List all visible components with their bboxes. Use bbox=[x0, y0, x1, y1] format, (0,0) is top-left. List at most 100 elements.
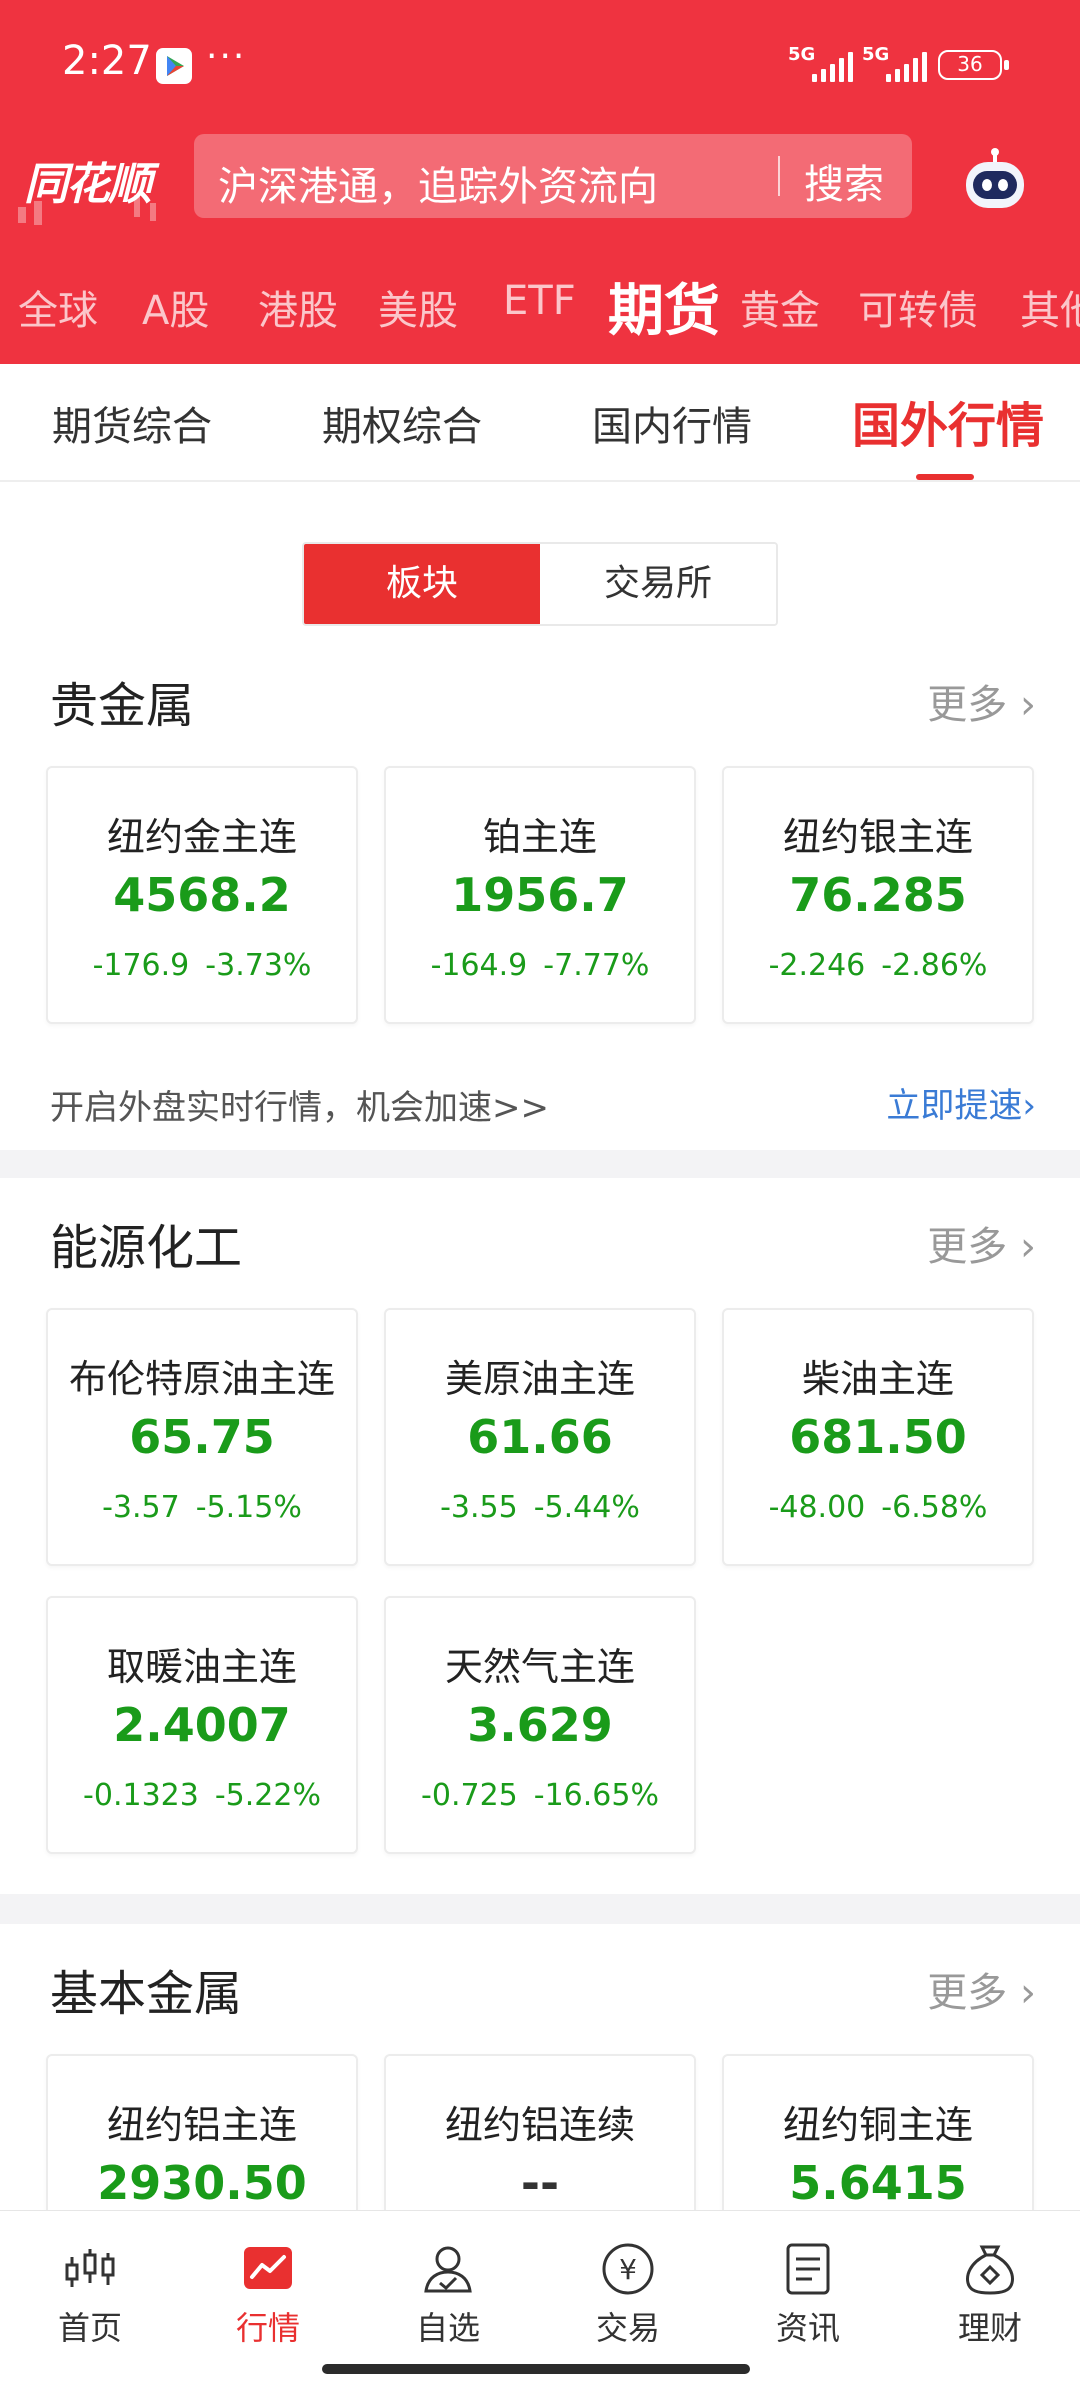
segment-control: 板块 交易所 bbox=[302, 542, 778, 626]
chevron-right-icon: › bbox=[1020, 682, 1036, 728]
search-button[interactable]: 搜索 bbox=[804, 152, 884, 210]
contract-name: 柴油主连 bbox=[801, 1357, 954, 1401]
quote-card[interactable]: 取暖油主连 2.4007 -0.1323 -5.22% bbox=[46, 1596, 358, 1854]
tab-other[interactable]: 其他 bbox=[1020, 278, 1080, 336]
tab-gold[interactable]: 黄金 bbox=[740, 278, 820, 336]
section-title: 基本金属 bbox=[50, 1966, 243, 2022]
home-indicator[interactable] bbox=[322, 2364, 750, 2374]
nav-label: 首页 bbox=[57, 2309, 122, 2347]
search-bar[interactable]: 沪深港通，追踪外资流向 搜索 bbox=[194, 134, 912, 218]
person-icon bbox=[424, 2246, 472, 2293]
quote-card[interactable]: 布伦特原油主连 65.75 -3.57 -5.15% bbox=[46, 1308, 358, 1566]
nav-market[interactable]: 行情 bbox=[198, 2239, 338, 2349]
more-link[interactable]: 更多 › bbox=[927, 1960, 1036, 2018]
quote-card[interactable]: 美原油主连 61.66 -3.55 -5.44% bbox=[384, 1308, 696, 1566]
nav-wealth[interactable]: 理财 bbox=[920, 2239, 1060, 2349]
status-bar: 2:27 ··· 5G 5G 36 bbox=[0, 0, 1080, 130]
market-chart-icon bbox=[244, 2247, 292, 2289]
contract-name: 铂主连 bbox=[482, 815, 597, 859]
active-tab-underline bbox=[916, 474, 974, 480]
logo-candlestick-deco bbox=[18, 195, 156, 225]
contract-change: -2.246 -2.86% bbox=[768, 948, 988, 983]
nav-home[interactable]: 首页 bbox=[20, 2239, 160, 2349]
contract-price: 2.4007 bbox=[113, 1698, 291, 1752]
search-divider bbox=[778, 156, 780, 196]
segment-exchange[interactable]: 交易所 bbox=[540, 544, 776, 624]
contract-name: 美原油主连 bbox=[444, 1357, 635, 1401]
chevron-right-icon: › bbox=[1020, 1970, 1036, 2016]
document-icon bbox=[786, 2243, 830, 2295]
contract-price: 61.66 bbox=[467, 1410, 613, 1464]
sub-tabs: 期货综合 期权综合 国内行情 国外行情 bbox=[0, 364, 1080, 482]
quote-card[interactable]: 铂主连 1956.7 -164.9 -7.77% bbox=[384, 766, 696, 1024]
chevron-right-icon: › bbox=[1020, 1224, 1036, 1270]
play-store-icon bbox=[156, 48, 192, 84]
nav-label: 理财 bbox=[957, 2309, 1022, 2347]
quote-card[interactable]: 纽约铜主连 5.6415 bbox=[722, 2054, 1034, 2210]
battery-level: 36 bbox=[957, 52, 983, 76]
contract-price: 1956.7 bbox=[451, 868, 629, 922]
nav-watchlist[interactable]: 自选 bbox=[378, 2239, 518, 2349]
contract-change: -0.1323 -5.22% bbox=[83, 1778, 321, 1813]
contract-price: 76.285 bbox=[789, 868, 967, 922]
tab-futures-overview[interactable]: 期货综合 bbox=[52, 394, 212, 452]
status-time: 2:27 bbox=[62, 38, 152, 84]
section-title: 能源化工 bbox=[50, 1220, 243, 1276]
tab-domestic[interactable]: 国内行情 bbox=[592, 394, 752, 452]
nav-label: 资讯 bbox=[775, 2309, 840, 2347]
contract-price: 4568.2 bbox=[113, 868, 291, 922]
quote-card[interactable]: 天然气主连 3.629 -0.725 -16.65% bbox=[384, 1596, 696, 1854]
more-link[interactable]: 更多 › bbox=[927, 672, 1036, 730]
signal-icon-2: 5G bbox=[862, 44, 936, 82]
quote-card[interactable]: 纽约铝连续 -- bbox=[384, 2054, 696, 2210]
nav-label: 行情 bbox=[235, 2309, 300, 2347]
tab-foreign[interactable]: 国外行情 bbox=[852, 386, 1044, 456]
svg-text:¥: ¥ bbox=[619, 2253, 637, 2286]
quote-card[interactable]: 柴油主连 681.50 -48.00 -6.58% bbox=[722, 1308, 1034, 1566]
contract-name: 纽约银主连 bbox=[782, 815, 973, 859]
money-bag-icon bbox=[966, 2245, 1014, 2295]
chevron-right-icon: › bbox=[1022, 1086, 1036, 1126]
section-precious-metals: 板块 交易所 贵金属 更多 › 纽约金主连 4568.2 -176.9 -3.73… bbox=[0, 482, 1080, 1150]
tab-etf[interactable]: ETF bbox=[503, 278, 576, 324]
tab-global[interactable]: 全球 bbox=[18, 278, 98, 336]
signal-icon: 5G bbox=[788, 44, 862, 82]
tab-futures[interactable]: 期货 bbox=[608, 266, 720, 347]
contract-price: 3.629 bbox=[467, 1698, 613, 1752]
contract-name: 纽约金主连 bbox=[106, 815, 297, 859]
candlestick-icon bbox=[65, 2249, 115, 2287]
contract-price: 5.6415 bbox=[789, 2156, 967, 2210]
section-title: 贵金属 bbox=[50, 678, 195, 734]
contract-change: -0.725 -16.65% bbox=[421, 1778, 659, 1813]
promo-text: 开启外盘实时行情，机会加速>> bbox=[50, 1088, 549, 1128]
tab-hk[interactable]: 港股 bbox=[258, 278, 338, 336]
segment-sector[interactable]: 板块 bbox=[304, 544, 540, 624]
tab-options-overview[interactable]: 期权综合 bbox=[322, 394, 482, 452]
contract-change: -3.55 -5.44% bbox=[440, 1490, 640, 1525]
nav-trade[interactable]: ¥ 交易 bbox=[558, 2239, 698, 2349]
tab-convertible[interactable]: 可转债 bbox=[858, 278, 978, 336]
contract-name: 纽约铝连续 bbox=[444, 2103, 635, 2147]
contract-name: 天然气主连 bbox=[444, 1645, 635, 1689]
contract-name: 取暖油主连 bbox=[106, 1645, 297, 1689]
tab-us[interactable]: 美股 bbox=[378, 278, 458, 336]
content-area: 板块 交易所 贵金属 更多 › 纽约金主连 4568.2 -176.9 -3.73… bbox=[0, 482, 1080, 2210]
app-header: 2:27 ··· 5G 5G 36 同花顺 沪深港通，追踪外资流向 搜索 全球 … bbox=[0, 0, 1080, 364]
robot-assistant-icon[interactable] bbox=[960, 144, 1030, 214]
quote-card[interactable]: 纽约铝主连 2930.50 bbox=[46, 2054, 358, 2210]
speed-up-link[interactable]: 立即提速› bbox=[886, 1078, 1036, 1127]
contract-change: -3.57 -5.15% bbox=[102, 1490, 302, 1525]
quote-card[interactable]: 纽约银主连 76.285 -2.246 -2.86% bbox=[722, 766, 1034, 1024]
more-link[interactable]: 更多 › bbox=[927, 1214, 1036, 1272]
contract-change: -176.9 -3.73% bbox=[92, 948, 312, 983]
quote-card[interactable]: 纽约金主连 4568.2 -176.9 -3.73% bbox=[46, 766, 358, 1024]
tab-a-share[interactable]: A股 bbox=[142, 278, 209, 336]
nav-label: 交易 bbox=[595, 2309, 660, 2347]
contract-name: 纽约铜主连 bbox=[782, 2103, 973, 2147]
contract-change: -48.00 -6.58% bbox=[768, 1490, 988, 1525]
search-input[interactable]: 沪深港通，追踪外资流向 bbox=[218, 154, 658, 212]
nav-news[interactable]: 资讯 bbox=[738, 2239, 878, 2349]
yuan-coin-icon: ¥ bbox=[602, 2243, 654, 2295]
contract-price: 681.50 bbox=[789, 1410, 967, 1464]
contract-name: 布伦特原油主连 bbox=[68, 1357, 335, 1401]
